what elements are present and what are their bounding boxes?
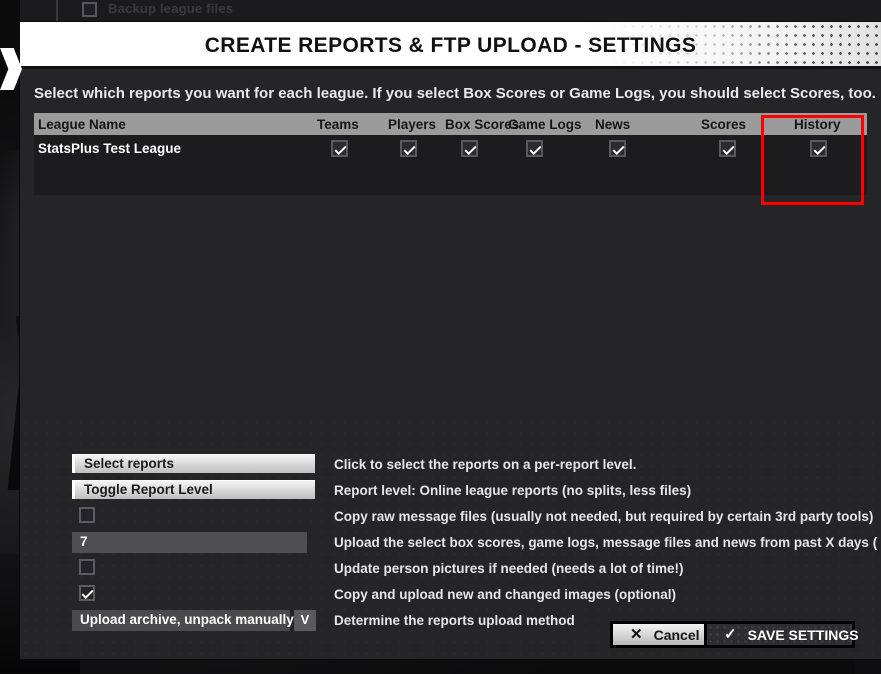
cell-scores [671,139,762,157]
underlying-divider [56,0,58,22]
past-days-input[interactable]: 7 [72,532,307,553]
cell-players [362,139,445,157]
checkbox-scores[interactable] [719,139,736,157]
checkbox-history[interactable] [810,139,827,157]
cell-teams [279,139,362,157]
save-settings-button[interactable]: ✓ SAVE SETTINGS [704,621,859,648]
copy-raw-message-files-checkbox[interactable] [79,507,95,523]
table-empty-area [34,161,867,195]
column-header-box-scores[interactable]: Box Scores [445,117,519,132]
column-header-league-name[interactable]: League Name [34,117,279,132]
select-reports-description: Click to select the reports on a per-rep… [334,457,637,472]
option-row-copy-raw-messages: Copy raw message files (usually not need… [72,506,874,532]
table-header-row: League Name Teams Players Box Scores Gam… [34,113,867,135]
past-days-description: Upload the select box scores, game logs,… [334,535,878,550]
table-row: StatsPlus Test League [34,135,867,161]
checkbox-game-logs[interactable] [526,139,543,157]
cell-league-name: StatsPlus Test League [38,140,182,156]
save-settings-button-label: SAVE SETTINGS [747,626,859,643]
option-row-select-reports: Select reports Click to select the repor… [72,454,872,480]
dialog-body: Select which reports you want for each l… [20,69,881,659]
cell-history [762,139,867,157]
dialog-titlebar: CREATE REPORTS & FTP UPLOAD - SETTINGS [20,22,881,69]
cell-game-logs [506,139,589,157]
select-reports-button[interactable]: Select reports [72,454,315,473]
copy-raw-message-files-description: Copy raw message files (usually not need… [334,509,874,524]
option-row-toggle-report-level: Toggle Report Level Report level: Online… [72,480,872,506]
column-header-news[interactable]: News [589,117,671,132]
option-row-update-pictures: Update person pictures if needed (needs … [72,558,872,584]
checkbox-teams[interactable] [331,139,348,157]
cancel-button-label: Cancel [653,626,700,643]
column-header-players[interactable]: Players [362,117,445,132]
column-header-scores[interactable]: Scores [671,117,762,132]
dialog-footer: ✕ Cancel ✓ SAVE SETTINGS [20,613,881,659]
underlying-window-top-strip: Backup league files [20,0,881,22]
column-header-history[interactable]: History [762,117,867,132]
league-reports-table: League Name Teams Players Box Scores Gam… [34,113,867,195]
instructions-text: Select which reports you want for each l… [34,85,876,102]
update-person-pictures-description: Update person pictures if needed (needs … [334,561,684,576]
cell-box-scores [445,139,506,157]
copy-upload-images-description: Copy and upload new and changed images (… [334,587,677,602]
toggle-report-level-description: Report level: Online league reports (no … [334,483,692,498]
checkbox-players[interactable] [400,139,417,157]
check-icon: ✓ [724,626,737,643]
settings-dialog: CREATE REPORTS & FTP UPLOAD - SETTINGS S… [0,22,881,659]
checkbox-news[interactable] [609,139,626,157]
close-icon: ✕ [630,626,643,643]
option-row-past-days: 7 Upload the select box scores, game log… [72,532,877,558]
column-header-game-logs[interactable]: Game Logs [506,117,589,132]
options-list: Select reports Click to select the repor… [72,454,877,636]
toggle-report-level-button[interactable]: Toggle Report Level [72,480,315,499]
cancel-button[interactable]: ✕ Cancel [610,621,708,648]
titlebar-underline [20,66,881,69]
checkbox-box-scores[interactable] [461,139,478,157]
column-header-teams[interactable]: Teams [279,117,362,132]
update-person-pictures-checkbox[interactable] [79,559,95,575]
backup-league-files-label: Backup league files [108,1,234,16]
cell-news [589,139,671,157]
backup-league-files-checkbox[interactable] [82,2,97,17]
option-row-copy-images: Copy and upload new and changed images (… [72,584,872,610]
dialog-title: CREATE REPORTS & FTP UPLOAD - SETTINGS [204,34,697,57]
copy-upload-images-checkbox[interactable] [79,585,95,601]
